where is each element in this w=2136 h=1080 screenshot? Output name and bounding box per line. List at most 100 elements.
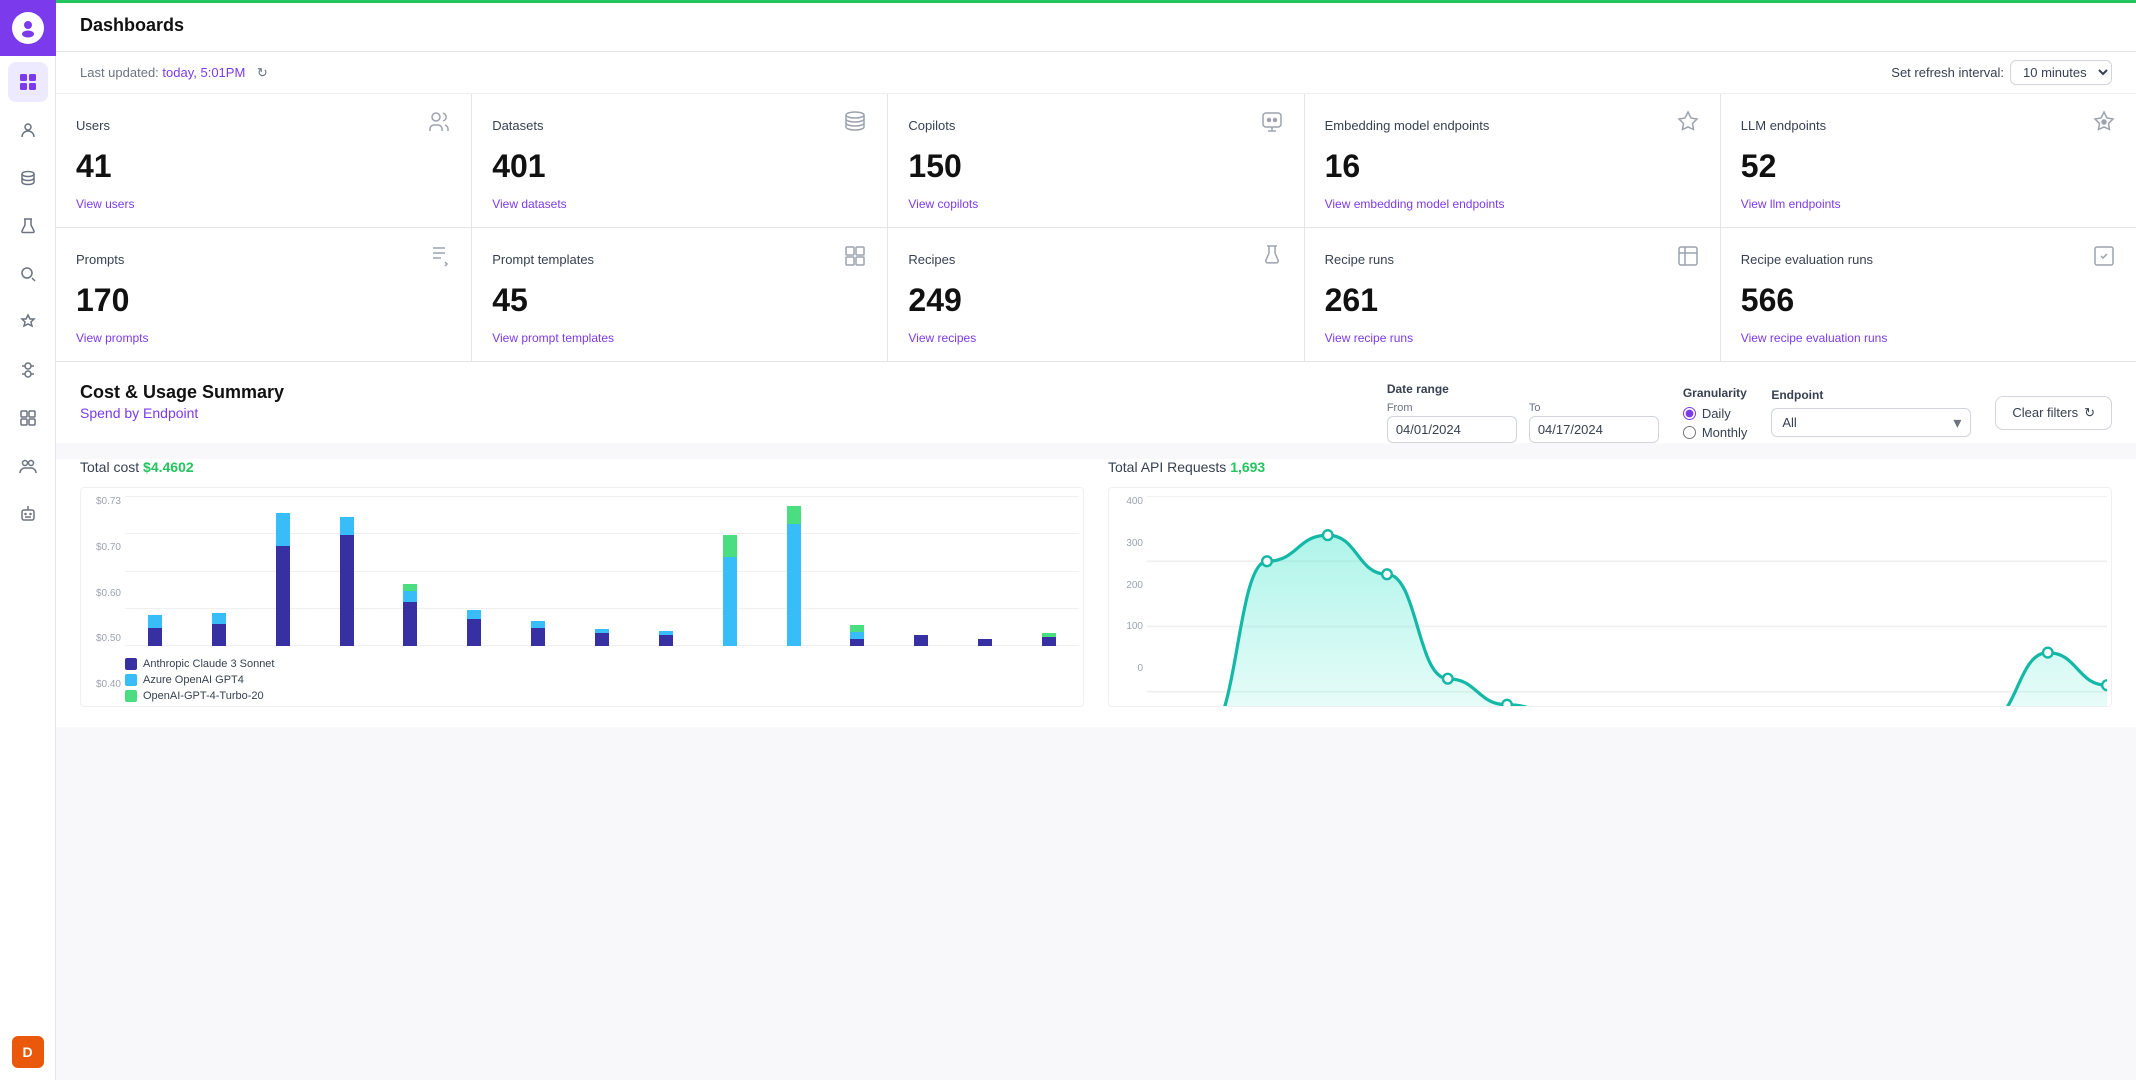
from-date-input[interactable] [1387, 416, 1517, 443]
main-content: Dashboards Last updated: today, 5:01PM ↻… [56, 0, 2136, 1080]
bar-group-9 [700, 535, 760, 646]
stat-link-copilots[interactable]: View copilots [908, 197, 1283, 211]
legend-label-gpt4turbo: OpenAI-GPT-4-Turbo-20 [143, 690, 264, 702]
stat-label-recipes: Recipes [908, 252, 955, 267]
bar-segment [340, 517, 354, 535]
bar-group-12 [891, 635, 951, 646]
granularity-daily[interactable]: Daily [1683, 406, 1748, 421]
sidebar-item-plugins[interactable] [8, 302, 48, 342]
bar-segment [276, 513, 290, 546]
sidebar-item-search[interactable] [8, 254, 48, 294]
from-label: From [1387, 402, 1517, 414]
cost-filters: Date range From To [1387, 382, 2112, 443]
line-chart-area [1147, 496, 2107, 707]
stat-label-prompts: Prompts [76, 252, 124, 267]
stat-link-recipe-runs[interactable]: View recipe runs [1325, 331, 1700, 345]
prompts-icon [427, 244, 451, 274]
stat-link-recipe-eval[interactable]: View recipe evaluation runs [1741, 331, 2116, 345]
last-updated: Last updated: today, 5:01PM ↻ [80, 65, 268, 81]
stat-label-recipe-runs: Recipe runs [1325, 252, 1394, 267]
stat-link-llm[interactable]: View llm endpoints [1741, 197, 2116, 211]
stat-value-recipe-eval: 566 [1741, 282, 2116, 319]
from-date-group: From [1387, 402, 1517, 443]
content-area: Last updated: today, 5:01PM ↻ Set refres… [56, 52, 2136, 1080]
api-chart-panel: Total API Requests 1,693 400 300 200 100… [1108, 459, 2112, 707]
sidebar-item-users[interactable] [8, 110, 48, 150]
stat-link-datasets[interactable]: View datasets [492, 197, 867, 211]
sidebar-item-bot[interactable] [8, 494, 48, 534]
stat-value-copilots: 150 [908, 148, 1283, 185]
stat-link-prompts[interactable]: View prompts [76, 331, 451, 345]
stat-value-datasets: 401 [492, 148, 867, 185]
granularity-monthly-label: Monthly [1702, 425, 1748, 440]
endpoint-group: Endpoint All Anthropic Claude 3 Sonnet A… [1771, 388, 1971, 437]
recipe-runs-icon [1676, 244, 1700, 274]
legend-label-claude: Anthropic Claude 3 Sonnet [143, 658, 274, 670]
granularity-label: Granularity [1683, 386, 1748, 400]
stat-card-recipes: Recipes 249 View recipes [888, 228, 1303, 361]
stat-card-datasets: Datasets 401 View datasets [472, 94, 887, 227]
refresh-icon-btn: ↻ [2084, 405, 2095, 421]
stat-value-recipe-runs: 261 [1325, 282, 1700, 319]
users-icon [427, 110, 451, 140]
stat-card-prompts: Prompts 170 View prompts [56, 228, 471, 361]
stat-link-recipes[interactable]: View recipes [908, 331, 1283, 345]
sidebar-item-experiments[interactable] [8, 206, 48, 246]
to-date-group: To [1529, 402, 1659, 443]
endpoint-select[interactable]: All Anthropic Claude 3 Sonnet Azure Open… [1771, 408, 1971, 437]
bar-group-7 [572, 629, 632, 646]
bar-group-10 [764, 506, 824, 646]
refresh-select[interactable]: 10 minutes 30 minutes 1 hour Manual [2010, 60, 2112, 85]
granularity-monthly[interactable]: Monthly [1683, 425, 1748, 440]
bar-group-13 [955, 639, 1015, 646]
topbar: Dashboards [56, 0, 2136, 52]
to-label: To [1529, 402, 1659, 414]
stat-label-copilots: Copilots [908, 118, 955, 133]
sidebar-item-workflows[interactable] [8, 350, 48, 390]
bar-segment [403, 584, 417, 591]
sidebar: D [0, 0, 56, 1080]
logo-icon [12, 12, 44, 44]
stat-link-embedding[interactable]: View embedding model endpoints [1325, 197, 1700, 211]
stat-label-llm: LLM endpoints [1741, 118, 1826, 133]
bar-group-0 [125, 615, 185, 646]
date-range-label: Date range [1387, 382, 1659, 396]
granularity-monthly-radio[interactable] [1683, 426, 1696, 439]
bar-segment [340, 535, 354, 646]
clear-filters-label: Clear filters [2012, 405, 2078, 420]
clear-filters-button[interactable]: Clear filters ↻ [1995, 396, 2112, 430]
stat-card-recipe-eval: Recipe evaluation runs 566 View recipe e… [1721, 228, 2136, 361]
stat-card-llm: LLM endpoints 52 View llm endpoints [1721, 94, 2136, 227]
bar-segment [148, 615, 162, 628]
bar-segment [212, 624, 226, 646]
bar-segment [467, 610, 481, 619]
stat-link-prompt-templates[interactable]: View prompt templates [492, 331, 867, 345]
sidebar-item-datasets[interactable] [8, 158, 48, 198]
granularity-daily-radio[interactable] [1683, 407, 1696, 420]
bar-group-3 [317, 517, 377, 646]
updated-bar: Last updated: today, 5:01PM ↻ Set refres… [56, 52, 2136, 94]
refresh-icon[interactable]: ↻ [257, 65, 268, 80]
llm-icon [2092, 110, 2116, 140]
legend-claude: Anthropic Claude 3 Sonnet [125, 658, 1079, 670]
to-date-input[interactable] [1529, 416, 1659, 443]
bar-segment [850, 632, 864, 639]
granularity-group: Granularity Daily Monthly [1683, 386, 1748, 440]
sidebar-item-dashboard[interactable] [8, 62, 48, 102]
legend-dot-gpt4turbo [125, 690, 137, 702]
bar-segment [212, 613, 226, 624]
stat-card-recipe-runs: Recipe runs 261 View recipe runs [1305, 228, 1720, 361]
sidebar-item-analytics[interactable] [8, 398, 48, 438]
bar-segment [531, 621, 545, 628]
avatar[interactable]: D [12, 1036, 44, 1068]
bar-segment [978, 639, 992, 646]
stat-value-llm: 52 [1741, 148, 2116, 185]
bar-segment [148, 628, 162, 646]
sidebar-item-team[interactable] [8, 446, 48, 486]
bar-segment [276, 546, 290, 646]
stat-link-users[interactable]: View users [76, 197, 451, 211]
recipes-icon [1260, 244, 1284, 274]
stat-label-recipe-eval: Recipe evaluation runs [1741, 252, 1873, 267]
cost-chart-value: $4.4602 [143, 459, 194, 475]
stat-value-prompt-templates: 45 [492, 282, 867, 319]
